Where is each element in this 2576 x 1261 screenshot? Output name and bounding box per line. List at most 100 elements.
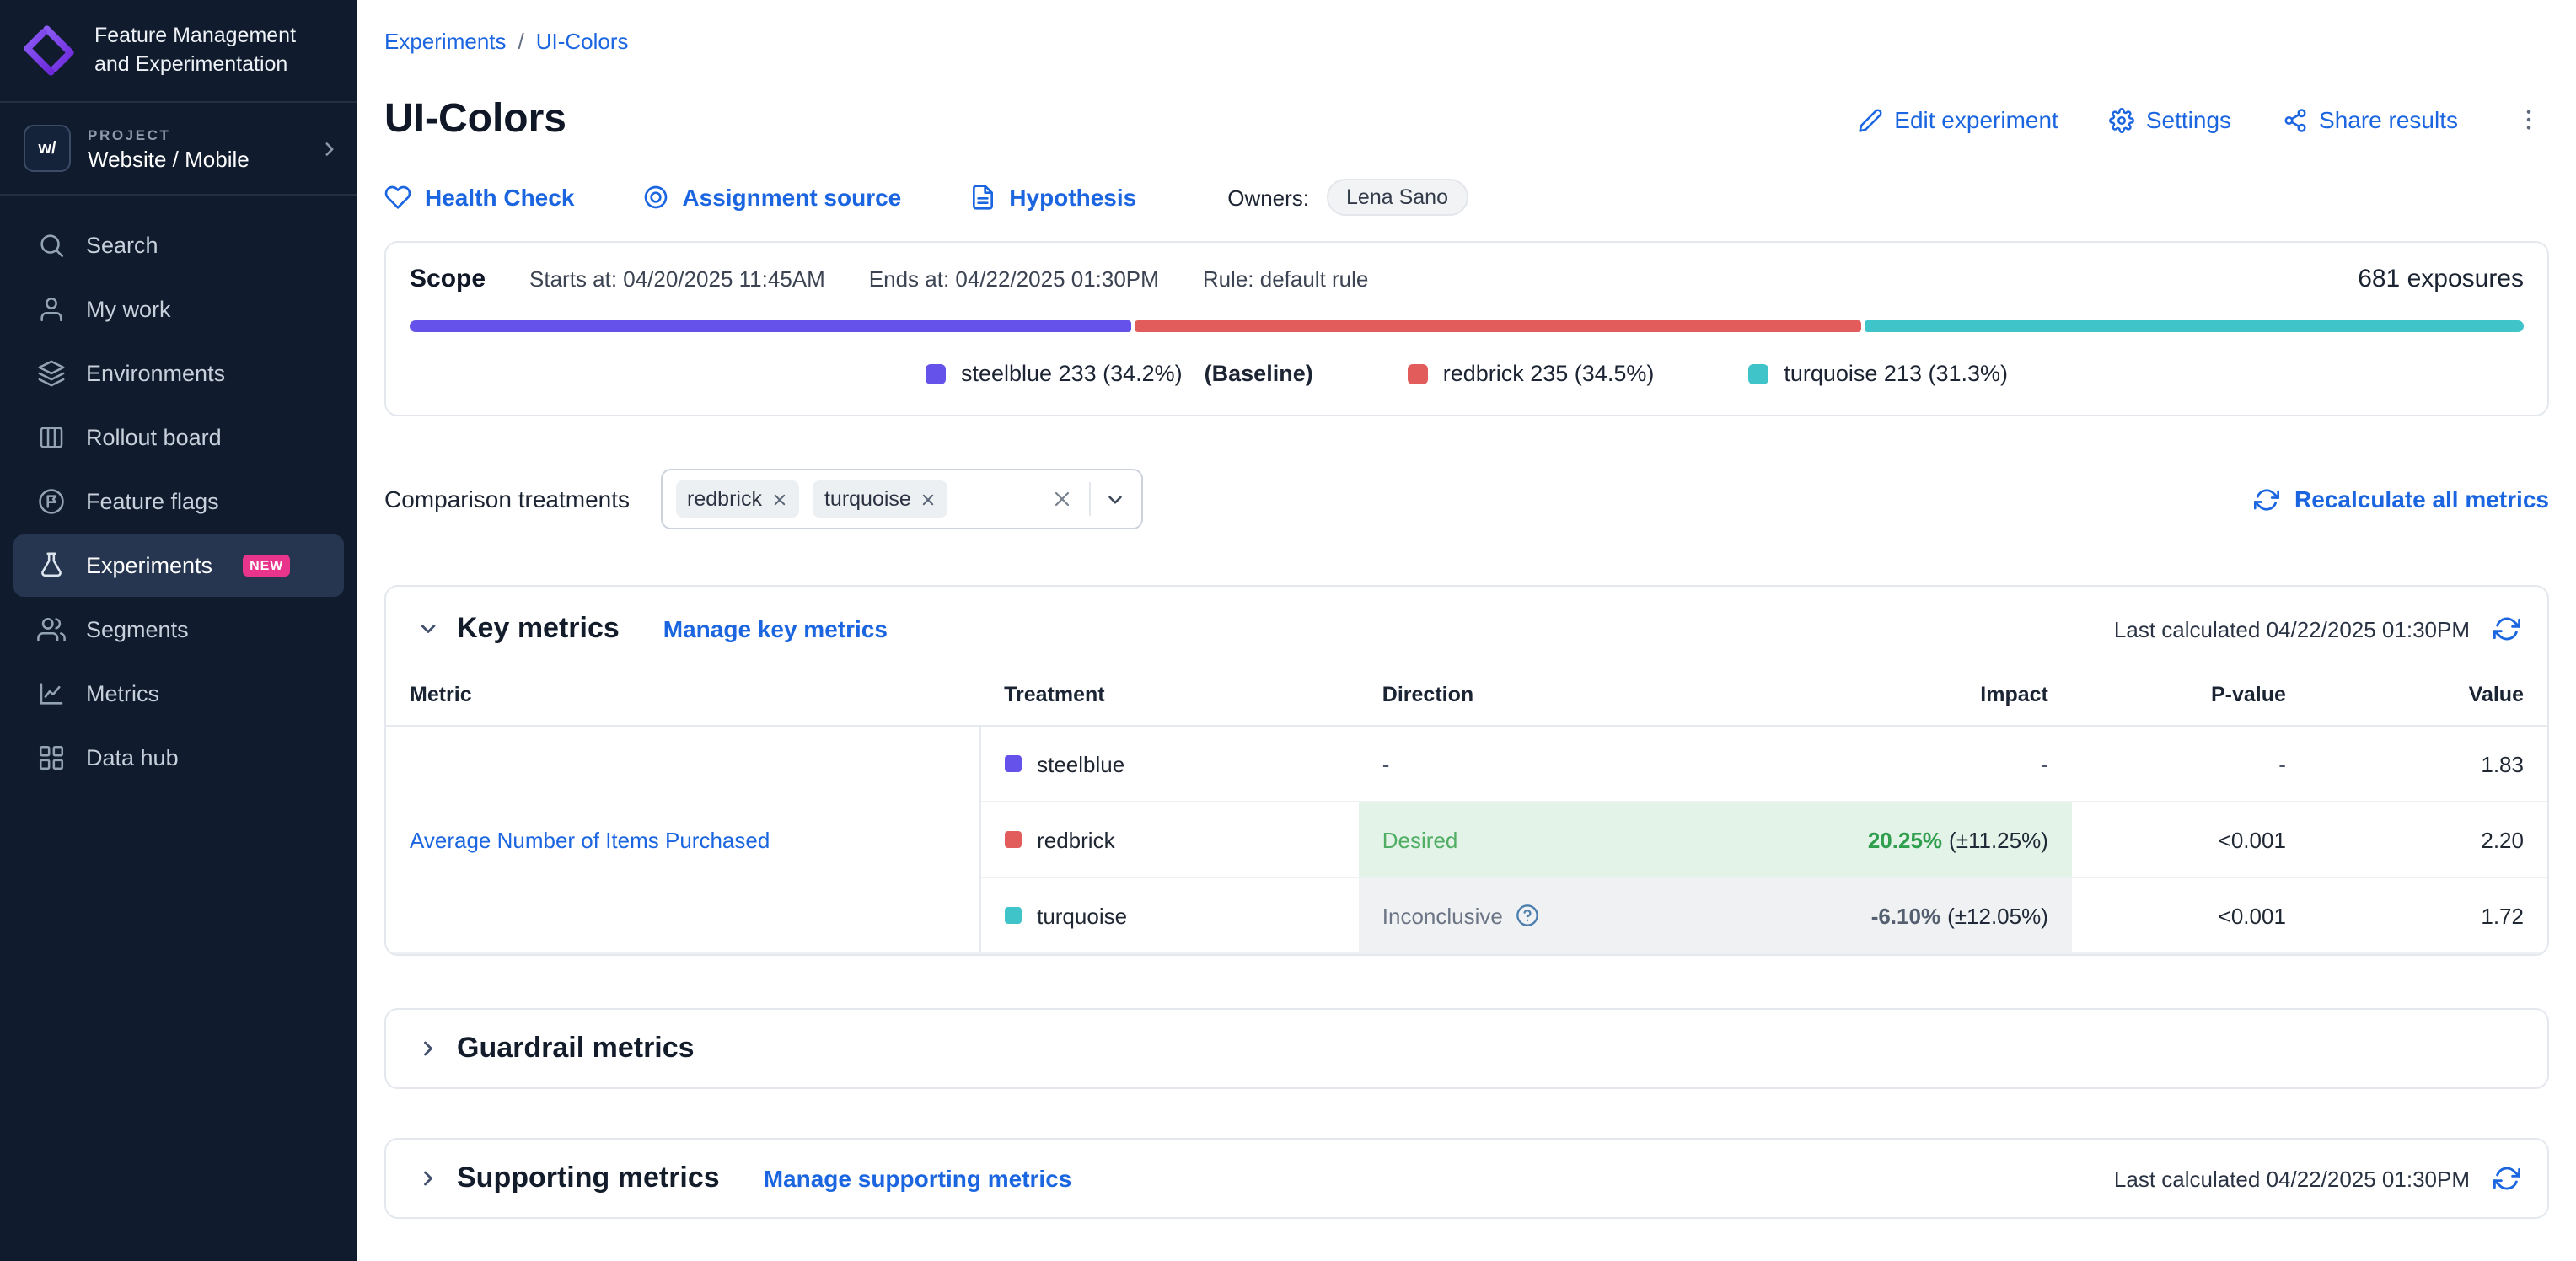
assignment-source-link[interactable]: Assignment source [641,184,901,211]
kebab-icon [2515,106,2542,133]
impact-cell: -6.10%(±12.05%) [1791,877,2072,953]
key-metrics-card: Key metrics Manage key metrics Last calc… [384,585,2549,956]
comparison-treatments-select[interactable]: redbrick turquoise [660,469,1142,529]
clear-selection-button[interactable] [1048,486,1075,512]
guardrail-metrics-title: Guardrail metrics [457,1032,695,1065]
sidebar-item-rollout-board[interactable]: Rollout board [13,406,344,469]
heart-icon [384,184,411,211]
baseline-tag: (Baseline) [1205,361,1313,386]
divider [1088,482,1090,516]
title-row: UI-Colors Edit experiment Settings Share… [384,96,2549,143]
refresh-icon [2254,486,2279,512]
sidebar-item-label: Metrics [86,681,159,706]
comparison-row: Comparison treatments redbrick turquoise [384,469,2549,529]
sidebar-item-metrics[interactable]: Metrics [13,663,344,725]
chip-redbrick[interactable]: redbrick [675,480,799,518]
project-selector[interactable]: w/ PROJECT Website / Mobile [0,101,357,196]
owners: Owners: Lena Sano [1227,179,1468,216]
scope-rule: Rule: default rule [1203,266,1369,292]
edit-experiment-button[interactable]: Edit experiment [1857,106,2058,133]
chevron-down-icon [1103,488,1125,510]
breadcrumb-current[interactable]: UI-Colors [536,29,629,54]
bar-segment-redbrick [1134,320,1861,332]
col-p-value: P-value [2072,668,2310,726]
key-metrics-table: Metric Treatment Direction Impact P-valu… [386,668,2547,954]
col-direction: Direction [1359,668,1791,726]
legend-item-redbrick: redbrick 235 (34.5%) [1408,361,1655,386]
sidebar-item-search[interactable]: Search [13,214,344,276]
hypothesis-link[interactable]: Hypothesis [969,184,1136,211]
manage-supporting-metrics-link[interactable]: Manage supporting metrics [764,1165,1072,1192]
chip-turquoise[interactable]: turquoise [813,480,948,518]
breadcrumb-experiments[interactable]: Experiments [384,29,507,54]
sidebar-item-my-work[interactable]: My work [13,278,344,341]
treatment-cell: steelblue [980,726,1359,802]
metric-link[interactable]: Average Number of Items Purchased [410,827,770,852]
layers-icon [37,359,66,388]
sidebar-item-label: My work [86,297,171,322]
direction-cell: - [1359,726,1791,802]
health-check-link[interactable]: Health Check [384,184,574,211]
sidebar-item-experiments[interactable]: Experiments NEW [13,534,344,597]
treatment-legend: steelblue 233 (34.2%) (Baseline) redbric… [410,361,2524,386]
sidebar-item-label: Segments [86,617,189,642]
more-options-button[interactable] [2509,103,2549,137]
sidebar-item-label: Rollout board [86,425,222,450]
breadcrumb: Experiments / UI-Colors [384,0,2549,54]
project-name: Website / Mobile [88,146,302,171]
close-icon[interactable] [921,491,936,507]
manage-key-metrics-link[interactable]: Manage key metrics [663,615,888,642]
supporting-metrics-title: Supporting metrics [457,1162,720,1195]
direction-cell: Desired [1359,802,1791,877]
grid-icon [37,743,66,772]
refresh-key-metrics-button[interactable] [2493,615,2520,642]
value-cell: 1.83 [2310,726,2547,802]
help-icon[interactable] [1516,904,1540,927]
sidebar-nav: Search My work Environments Rollout boar… [0,196,357,808]
chevron-down-icon [416,617,440,641]
table-header-row: Metric Treatment Direction Impact P-valu… [386,668,2547,726]
close-icon [1051,489,1071,509]
supporting-metrics-card[interactable]: Supporting metrics Manage supporting met… [384,1138,2549,1219]
scope-ends-at: Ends at: 04/22/2025 01:30PM [869,266,1159,292]
sidebar-item-label: Search [86,233,158,258]
treatment-swatch [1005,755,1022,772]
refresh-supporting-metrics-button[interactable] [2493,1165,2520,1192]
search-icon [37,231,66,260]
page-title: UI-Colors [384,96,566,143]
sidebar: Feature Management and Experimentation w… [0,0,357,1261]
share-results-button[interactable]: Share results [2282,106,2458,133]
settings-button[interactable]: Settings [2109,106,2231,133]
metric-cell: Average Number of Items Purchased [386,726,980,953]
sidebar-item-data-hub[interactable]: Data hub [13,727,344,789]
recalculate-all-metrics-button[interactable]: Recalculate all metrics [2254,486,2549,512]
share-icon [2282,107,2307,132]
refresh-icon [2493,1165,2520,1192]
legend-swatch [926,363,946,384]
key-metrics-title: Key metrics [457,612,620,646]
main-content: Experiments / UI-Colors UI-Colors Edit e… [357,0,2576,1261]
board-icon [37,423,66,452]
sidebar-item-feature-flags[interactable]: Feature flags [13,470,344,533]
impact-cell: 20.25%(±11.25%) [1791,802,2072,877]
sidebar-item-segments[interactable]: Segments [13,598,344,661]
last-calculated-text: Last calculated 04/22/2025 01:30PM [2114,616,2470,641]
select-dropdown-button[interactable] [1103,488,1125,510]
gear-icon [2109,107,2134,132]
col-impact: Impact [1791,668,2072,726]
chart-icon [37,679,66,708]
close-icon[interactable] [772,491,787,507]
table-row-steelblue: Average Number of Items Purchased steelb… [386,726,2547,802]
pencil-icon [1857,107,1882,132]
collapse-toggle-button[interactable] [416,617,440,641]
chevron-right-icon [416,1167,440,1190]
guardrail-metrics-card[interactable]: Guardrail metrics [384,1008,2549,1089]
scope-starts-at: Starts at: 04/20/2025 11:45AM [529,266,825,292]
col-metric: Metric [386,668,980,726]
breadcrumb-separator: / [518,29,524,54]
expand-toggle-button[interactable] [416,1167,440,1190]
sidebar-item-environments[interactable]: Environments [13,342,344,405]
legend-item-turquoise: turquoise 213 (31.3%) [1748,361,2008,386]
bar-segment-turquoise [1865,320,2525,332]
expand-toggle-button[interactable] [416,1037,440,1060]
